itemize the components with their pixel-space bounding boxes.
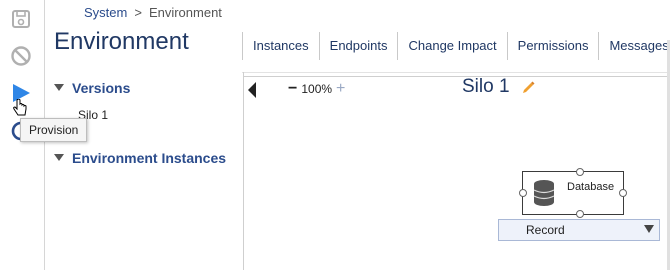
tab-permissions[interactable]: Permissions <box>506 32 599 60</box>
node-port-left[interactable] <box>519 189 527 197</box>
collapse-arrow-icon <box>54 84 64 91</box>
tab-change-impact[interactable]: Change Impact <box>397 32 506 60</box>
versions-title: Versions <box>72 80 131 96</box>
database-icon <box>533 180 555 206</box>
environment-instances-title: Environment Instances <box>72 150 227 166</box>
zoom-level: 100% <box>301 82 333 96</box>
canvas-top-border <box>243 76 670 77</box>
breadcrumb-current: Environment <box>148 5 222 20</box>
database-node[interactable]: Database <box>519 168 627 218</box>
cancel-icon <box>11 46 31 66</box>
tab-endpoints[interactable]: Endpoints <box>318 32 398 60</box>
provision-tooltip: Provision <box>20 118 88 142</box>
breadcrumb-system-link[interactable]: System <box>84 5 127 20</box>
hand-cursor-icon <box>13 99 27 116</box>
node-port-right[interactable] <box>619 189 627 197</box>
versions-section-header[interactable]: Versions <box>54 80 130 96</box>
save-button[interactable] <box>8 6 34 32</box>
zoom-in-button[interactable]: + <box>336 80 345 98</box>
canvas-title-text: Silo 1 <box>462 76 510 97</box>
zoom-control: − 100% + <box>288 80 345 98</box>
breadcrumb: System > Environment <box>84 5 222 20</box>
tab-messages[interactable]: Messages <box>598 32 670 60</box>
breadcrumb-separator: > <box>134 5 142 20</box>
zoom-out-button[interactable]: − <box>288 80 297 98</box>
save-icon <box>12 10 30 28</box>
canvas-title: Silo 1 <box>462 76 536 98</box>
tab-bar: Instances Endpoints Change Impact Permis… <box>242 32 670 60</box>
left-panel: Versions Silo 1 Environment Instances <box>44 72 244 270</box>
collapse-panel-icon[interactable] <box>248 82 256 98</box>
environment-instances-section-header[interactable]: Environment Instances <box>54 150 226 166</box>
node-port-top[interactable] <box>576 168 584 176</box>
dropdown-selected-value: Record <box>526 223 565 237</box>
collapse-arrow-icon <box>54 154 64 161</box>
header-divider <box>242 72 670 73</box>
node-port-bottom[interactable] <box>576 210 584 218</box>
pencil-edit-icon[interactable] <box>522 80 536 94</box>
page-title: Environment <box>54 28 189 55</box>
chevron-down-icon <box>644 225 654 233</box>
cancel-button[interactable] <box>8 43 34 69</box>
record-dropdown[interactable]: Record <box>498 219 660 241</box>
database-node-label: Database <box>567 181 615 193</box>
tab-instances[interactable]: Instances <box>242 32 319 60</box>
